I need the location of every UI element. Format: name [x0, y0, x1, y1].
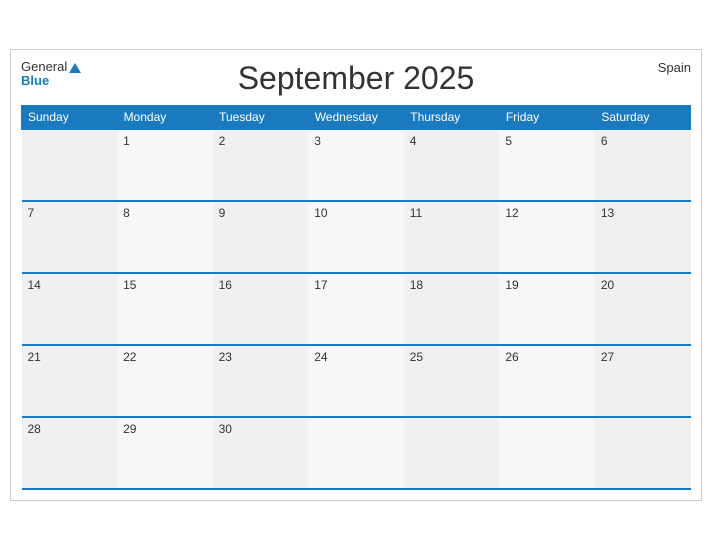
day-cell: 29: [117, 417, 213, 489]
day-number: 12: [505, 206, 518, 220]
day-cell: 18: [404, 273, 500, 345]
day-cell: 16: [213, 273, 309, 345]
day-cell: 3: [308, 129, 404, 201]
day-cell: 11: [404, 201, 500, 273]
day-cell: 26: [499, 345, 595, 417]
day-cell: 10: [308, 201, 404, 273]
day-number: 4: [410, 134, 417, 148]
calendar-container: General Blue September 2025 Spain Sunday…: [10, 49, 702, 501]
day-cell: 22: [117, 345, 213, 417]
day-number: 7: [28, 206, 35, 220]
logo-general-text: General: [21, 60, 81, 74]
day-cell: 12: [499, 201, 595, 273]
day-cell: 28: [22, 417, 118, 489]
day-number: 17: [314, 278, 327, 292]
week-row-2: 14 15 16 17 18 19 20: [22, 273, 691, 345]
day-cell: 17: [308, 273, 404, 345]
weekday-header-monday: Monday: [117, 106, 213, 130]
day-number: 25: [410, 350, 423, 364]
day-number: 27: [601, 350, 614, 364]
day-number: 28: [28, 422, 41, 436]
day-number: 10: [314, 206, 327, 220]
day-cell: 9: [213, 201, 309, 273]
weekday-header-wednesday: Wednesday: [308, 106, 404, 130]
day-number: 19: [505, 278, 518, 292]
day-number: 26: [505, 350, 518, 364]
day-cell: 15: [117, 273, 213, 345]
day-cell: 8: [117, 201, 213, 273]
day-cell: 23: [213, 345, 309, 417]
week-row-4: 28 29 30: [22, 417, 691, 489]
day-number: 21: [28, 350, 41, 364]
day-cell: [499, 417, 595, 489]
day-number: 15: [123, 278, 136, 292]
day-cell: [308, 417, 404, 489]
day-number: 3: [314, 134, 321, 148]
day-cell: 24: [308, 345, 404, 417]
day-number: 29: [123, 422, 136, 436]
logo: General Blue: [21, 60, 81, 89]
day-cell: 7: [22, 201, 118, 273]
day-cell: 1: [117, 129, 213, 201]
day-cell: 2: [213, 129, 309, 201]
weekday-header-thursday: Thursday: [404, 106, 500, 130]
day-number: 23: [219, 350, 232, 364]
day-number: 18: [410, 278, 423, 292]
day-number: 20: [601, 278, 614, 292]
weekday-header-sunday: Sunday: [22, 106, 118, 130]
logo-triangle-icon: [69, 63, 81, 73]
day-cell: 30: [213, 417, 309, 489]
day-number: 14: [28, 278, 41, 292]
weekday-header-friday: Friday: [499, 106, 595, 130]
day-number: 2: [219, 134, 226, 148]
day-cell: 5: [499, 129, 595, 201]
weekday-header-row: SundayMondayTuesdayWednesdayThursdayFrid…: [22, 106, 691, 130]
weekday-header-saturday: Saturday: [595, 106, 691, 130]
week-row-3: 21 22 23 24 25 26 27: [22, 345, 691, 417]
day-number: 11: [410, 206, 422, 220]
day-cell: 6: [595, 129, 691, 201]
day-number: 16: [219, 278, 232, 292]
day-cell: 13: [595, 201, 691, 273]
day-number: 6: [601, 134, 608, 148]
calendar-title: September 2025: [238, 60, 475, 97]
logo-blue-text: Blue: [21, 74, 49, 88]
day-cell: 19: [499, 273, 595, 345]
day-cell: [404, 417, 500, 489]
week-row-1: 7 8 9 10 11 12 13: [22, 201, 691, 273]
day-cell: 27: [595, 345, 691, 417]
day-cell: [595, 417, 691, 489]
day-number: 5: [505, 134, 512, 148]
day-cell: [22, 129, 118, 201]
day-number: 22: [123, 350, 136, 364]
day-number: 24: [314, 350, 327, 364]
day-cell: 14: [22, 273, 118, 345]
day-cell: 25: [404, 345, 500, 417]
calendar-header: General Blue September 2025 Spain: [21, 60, 691, 97]
day-cell: 21: [22, 345, 118, 417]
day-number: 30: [219, 422, 232, 436]
weekday-header-tuesday: Tuesday: [213, 106, 309, 130]
day-cell: 4: [404, 129, 500, 201]
day-cell: 20: [595, 273, 691, 345]
country-label: Spain: [658, 60, 691, 75]
day-number: 1: [123, 134, 130, 148]
calendar-grid: SundayMondayTuesdayWednesdayThursdayFrid…: [21, 105, 691, 490]
week-row-0: 1 2 3 4 5 6: [22, 129, 691, 201]
day-number: 9: [219, 206, 226, 220]
day-number: 8: [123, 206, 130, 220]
day-number: 13: [601, 206, 614, 220]
